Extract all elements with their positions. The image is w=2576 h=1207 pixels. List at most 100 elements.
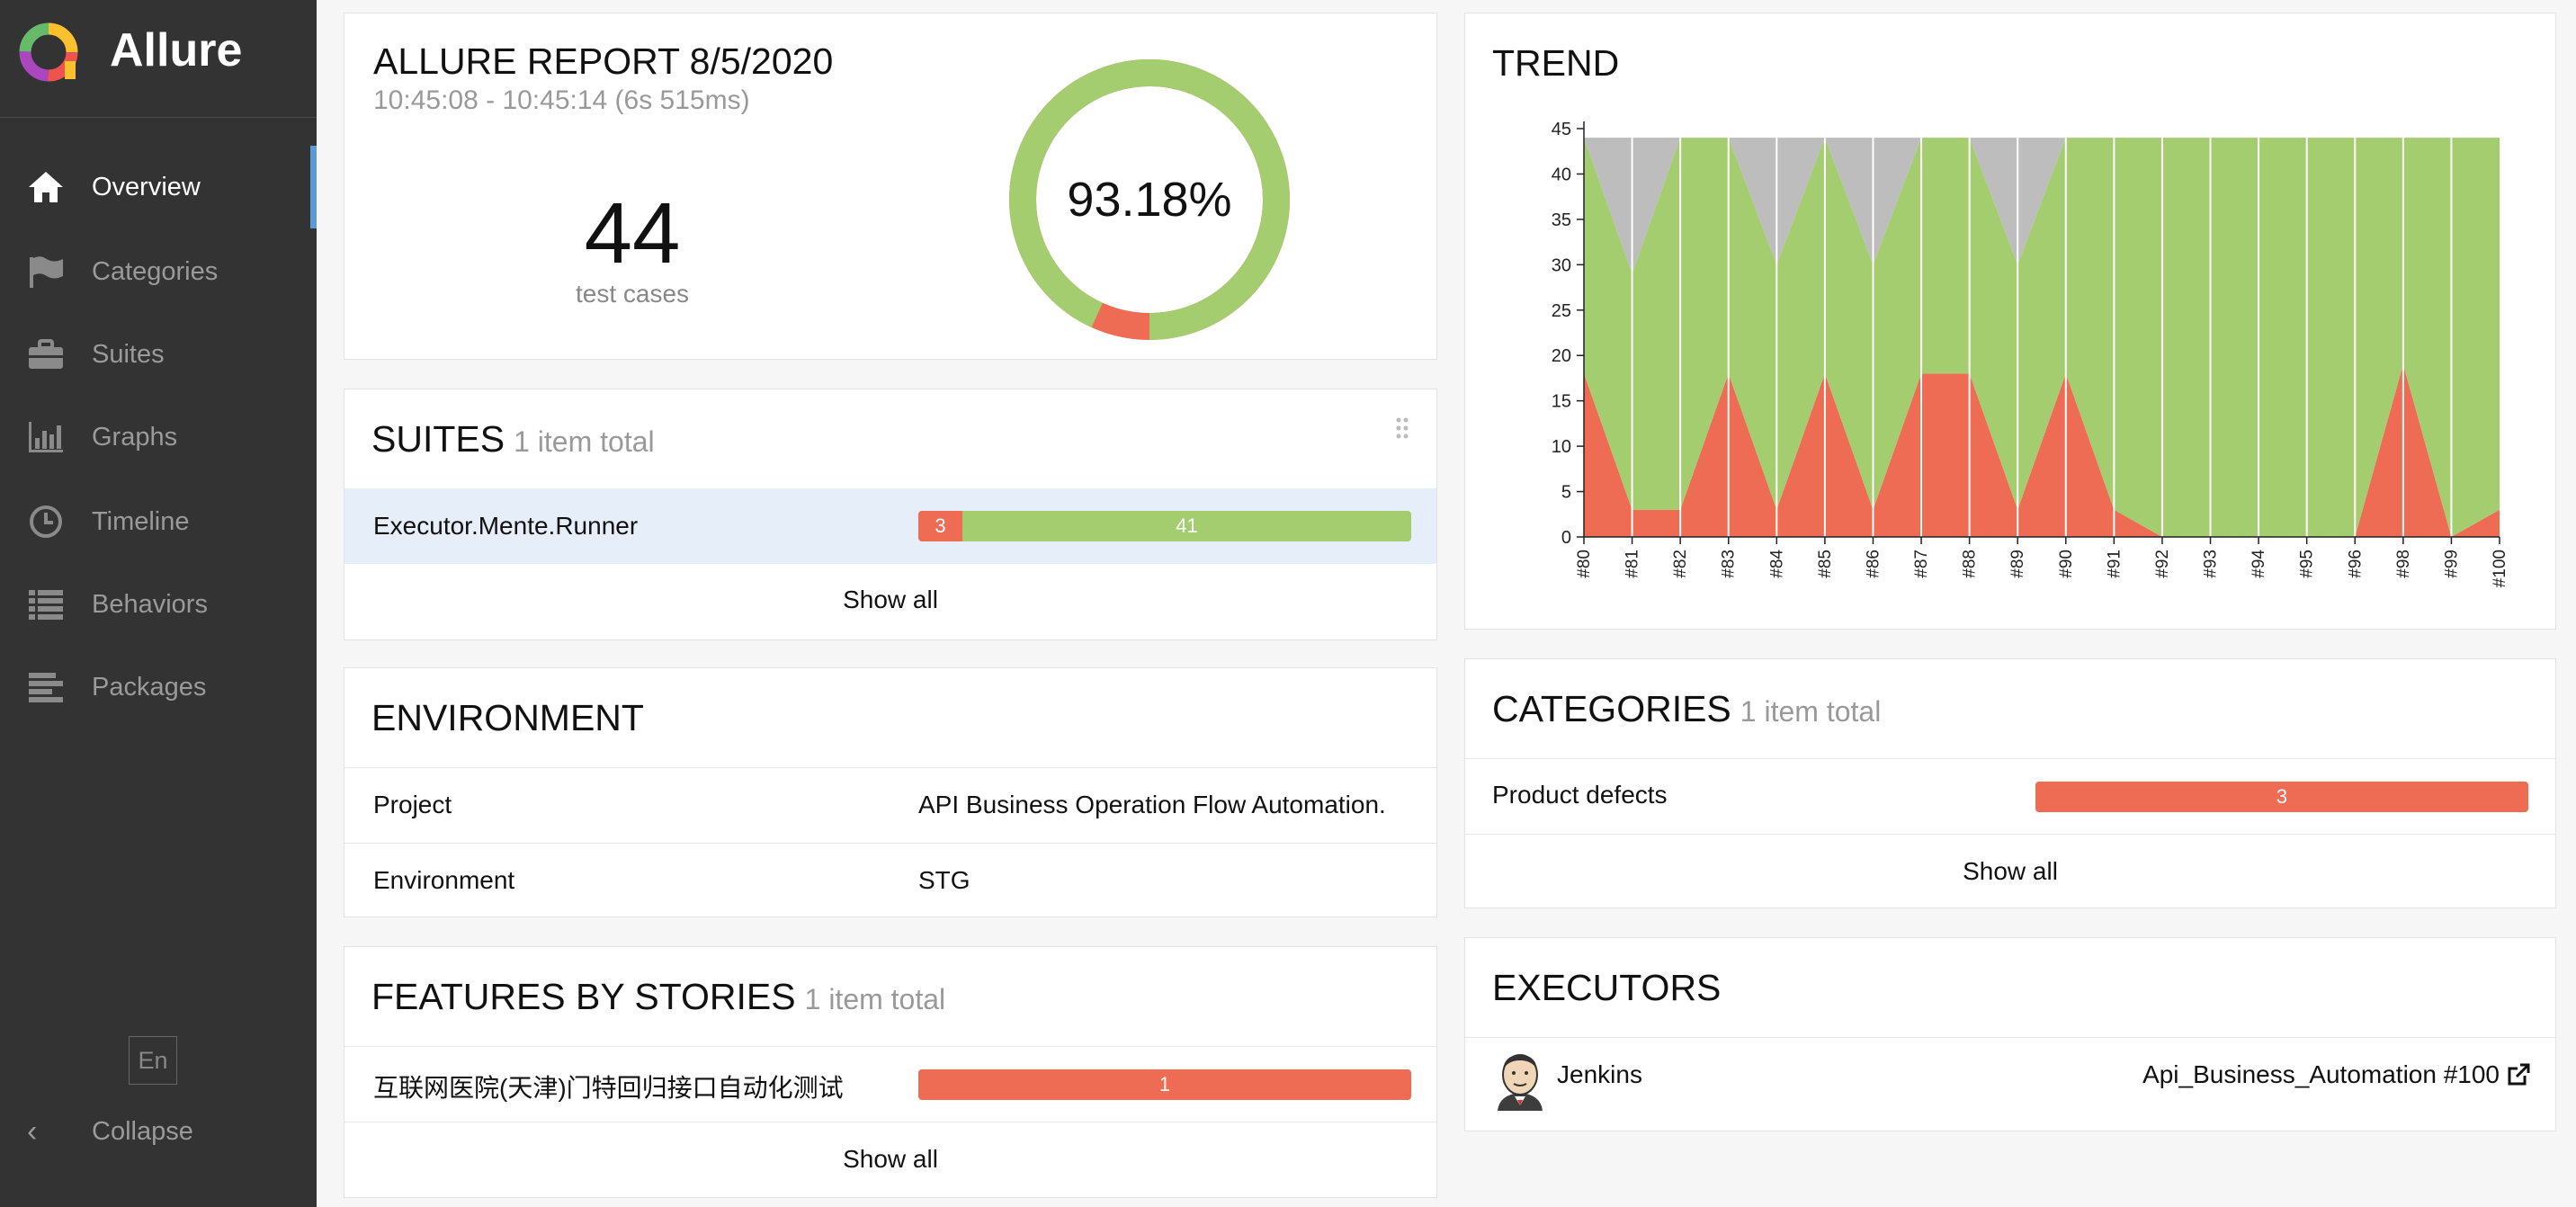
success-rate-label: 93.18% — [1067, 173, 1232, 227]
features-title-text: FEATURES BY STORIES — [371, 976, 796, 1017]
jenkins-icon — [1498, 1054, 1543, 1111]
trend-x-tick-label[interactable]: #94 — [2250, 550, 2268, 578]
trend-x-tick-label[interactable]: #85 — [1816, 550, 1835, 578]
trend-x-tick-label[interactable]: #86 — [1864, 550, 1883, 578]
allure-logo-icon — [19, 22, 78, 82]
trend-y-tick-label: 45 — [1552, 120, 1571, 139]
executor-build-label: Api_Business_Automation #100 — [2142, 1060, 2500, 1088]
executor-name: Jenkins — [1557, 1060, 1642, 1088]
categories-title: CATEGORIES 1 item total — [1492, 688, 1881, 730]
trend-x-tick-label[interactable]: #82 — [1671, 550, 1690, 578]
sidebar-item-label: Behaviors — [92, 589, 208, 619]
trend-y-tick-label: 5 — [1561, 483, 1571, 503]
suite-status-bar: 3 41 — [918, 511, 1411, 541]
sidebar-item-categories[interactable]: Categories — [0, 230, 317, 313]
trend-x-tick-label[interactable]: #99 — [2442, 550, 2461, 578]
category-name: Product defects — [1492, 781, 1668, 809]
sidebar-item-label: Overview — [92, 172, 201, 201]
app-name: Allure — [110, 24, 243, 76]
trend-y-tick-label: 35 — [1552, 210, 1571, 230]
summary-widget: ALLURE REPORT 8/5/2020 10:45:08 - 10:45:… — [344, 13, 1437, 360]
collapse-button[interactable]: ‹ Collapse — [27, 1108, 193, 1155]
trend-y-tick-label: 40 — [1552, 165, 1571, 184]
trend-x-tick-label[interactable]: #90 — [2057, 550, 2076, 578]
external-link-icon — [2508, 1063, 2530, 1086]
table-row[interactable]: Executor.Mente.Runner 3 41 — [344, 488, 1436, 564]
failed-segment: 3 — [918, 511, 962, 541]
sidebar-item-label: Suites — [92, 339, 165, 369]
drag-handle-icon[interactable] — [1395, 416, 1409, 440]
language-switch-button[interactable]: En — [129, 1036, 177, 1085]
divider — [344, 843, 1436, 844]
environment-title: ENVIRONMENT — [371, 697, 644, 738]
sidebar-item-suites[interactable]: Suites — [0, 313, 317, 396]
align-left-icon — [25, 666, 67, 708]
env-value: API Business Operation Flow Automation. — [918, 791, 1386, 818]
categories-show-all-link[interactable]: Show all — [1465, 857, 2555, 886]
list-icon — [25, 584, 67, 625]
passed-segment: 41 — [962, 511, 1411, 541]
flag-icon — [25, 251, 67, 292]
trend-x-tick-label[interactable]: #92 — [2153, 550, 2172, 578]
sidebar-item-label: Graphs — [92, 422, 178, 452]
sidebar-item-timeline[interactable]: Timeline — [0, 480, 317, 563]
trend-x-tick-label[interactable]: #91 — [2105, 550, 2124, 578]
trend-x-tick-label[interactable]: #96 — [2346, 550, 2365, 578]
trend-x-tick-label[interactable]: #95 — [2298, 550, 2317, 578]
trend-x-tick-label[interactable]: #81 — [1623, 550, 1642, 578]
table-row[interactable]: 互联网医院(天津)门特回归接口自动化测试 1 — [344, 1047, 1436, 1121]
sidebar-item-packages[interactable]: Packages — [0, 646, 317, 729]
features-title: FEATURES BY STORIES 1 item total — [371, 976, 945, 1018]
trend-x-tick-label[interactable]: #83 — [1720, 550, 1739, 578]
executor-build-link[interactable]: Api_Business_Automation #100 — [2142, 1060, 2530, 1089]
test-case-count: 44 — [584, 185, 681, 282]
env-value: STG — [918, 866, 970, 894]
feature-status-bar: 1 — [918, 1069, 1411, 1100]
features-subtitle: 1 item total — [804, 983, 946, 1015]
trend-x-tick-label[interactable]: #87 — [1912, 550, 1931, 578]
home-icon — [25, 166, 67, 208]
trend-y-tick-label: 0 — [1561, 528, 1571, 548]
executors-widget: EXECUTORS Jenkins Api_Business_Automatio… — [1464, 937, 2556, 1131]
trend-y-tick-label: 20 — [1552, 346, 1571, 366]
trend-x-tick-label[interactable]: #98 — [2394, 550, 2413, 578]
table-row[interactable]: Product defects 3 — [1465, 759, 2555, 833]
trend-x-tick-label[interactable]: #84 — [1767, 550, 1786, 578]
report-title: ALLURE REPORT 8/5/2020 — [373, 40, 834, 82]
trend-y-tick-label: 10 — [1552, 437, 1571, 457]
sidebar-divider — [0, 117, 317, 118]
test-case-label: test cases — [575, 280, 690, 308]
environment-widget: ENVIRONMENT Project API Business Operati… — [344, 667, 1437, 917]
trend-x-tick-label[interactable]: #89 — [2008, 550, 2027, 578]
sidebar-item-behaviors[interactable]: Behaviors — [0, 563, 317, 646]
sidebar-item-overview[interactable]: Overview — [0, 146, 317, 228]
trend-y-tick-label: 25 — [1552, 301, 1571, 321]
sidebar-item-graphs[interactable]: Graphs — [0, 396, 317, 478]
feature-name: 互联网医院(天津)门特回归接口自动化测试 — [373, 1074, 844, 1102]
trend-x-tick-label[interactable]: #93 — [2202, 550, 2221, 578]
categories-subtitle: 1 item total — [1740, 695, 1882, 728]
suites-show-all-link[interactable]: Show all — [344, 586, 1436, 614]
trend-chart: 0 5 10 15 20 25 30 35 40 45 #80 #81 #82 #83 #84 #85 #86 #… — [1552, 120, 2509, 587]
env-key: Environment — [373, 866, 515, 894]
sidebar-item-label: Categories — [92, 256, 219, 286]
bar-chart-icon — [25, 416, 67, 458]
clock-icon — [25, 501, 67, 542]
sidebar: Allure Overview Categories Suites Graphs… — [0, 0, 317, 1207]
env-key: Project — [373, 791, 452, 818]
executors-title: EXECUTORS — [1492, 967, 1722, 1008]
trend-y-tick-label: 15 — [1552, 392, 1571, 412]
categories-widget: CATEGORIES 1 item total Product defects 3… — [1464, 658, 2556, 908]
trend-x-tick-label[interactable]: #88 — [1961, 550, 1980, 578]
trend-x-tick-label[interactable]: #100 — [2491, 550, 2509, 587]
failed-segment: 3 — [2035, 782, 2528, 812]
features-widget: FEATURES BY STORIES 1 item total 互联网医院(天津… — [344, 946, 1437, 1198]
suite-name: Executor.Mente.Runner — [373, 512, 639, 540]
sidebar-item-label: Packages — [92, 672, 207, 702]
trend-x-tick-label[interactable]: #80 — [1575, 550, 1594, 578]
trend-y-tick-label: 30 — [1552, 255, 1571, 275]
suites-widget: SUITES 1 item total Executor.Mente.Runner… — [344, 389, 1437, 640]
report-duration: 10:45:08 - 10:45:14 (6s 515ms) — [373, 85, 750, 115]
features-show-all-link[interactable]: Show all — [344, 1145, 1436, 1174]
briefcase-icon — [25, 334, 67, 375]
